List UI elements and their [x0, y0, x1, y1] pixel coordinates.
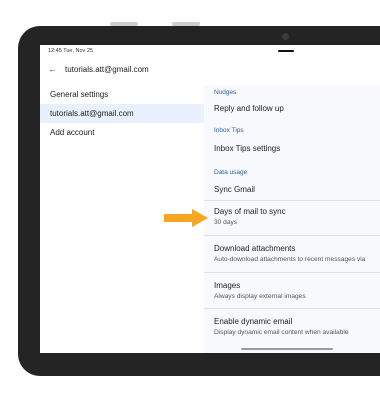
setting-title: Images [214, 281, 241, 290]
setting-sync-gmail[interactable]: Sync Gmail [204, 180, 380, 200]
section-header-nudges: Nudges [214, 89, 237, 96]
nav-item-general-settings[interactable]: General settings [40, 85, 204, 104]
setting-download-attachments[interactable]: Download attachments Auto-download attac… [204, 236, 380, 272]
app-bar-title: tutorials.att@gmail.com [65, 64, 149, 74]
nav-item-add-account[interactable]: Add account [40, 123, 204, 142]
setting-subtitle: Display dynamic email content when avail… [214, 329, 349, 336]
status-bar-time: 12:45 Tue, Nov 25 [48, 48, 93, 54]
nav-item-account[interactable]: tutorials.att@gmail.com [40, 104, 204, 123]
setting-subtitle: Auto-download attachments to recent mess… [214, 256, 366, 263]
app-bar: ← tutorials.att@gmail.com [48, 64, 149, 74]
status-bar-notch [278, 50, 294, 52]
setting-title: Reply and follow up [214, 104, 284, 113]
power-button [172, 22, 200, 26]
left-nav: General settings tutorials.att@gmail.com… [40, 85, 204, 142]
setting-days-of-mail[interactable]: Days of mail to sync 30 days [204, 201, 380, 235]
callout-arrow-icon [164, 209, 208, 227]
screen: 12:45 Tue, Nov 25 ← tutorials.att@gmail.… [40, 45, 380, 353]
setting-title: Days of mail to sync [214, 207, 286, 216]
setting-reply-follow-up[interactable]: Reply and follow up [204, 100, 380, 124]
setting-title: Sync Gmail [214, 185, 255, 194]
gesture-home-bar[interactable] [241, 348, 333, 350]
setting-title: Inbox Tips settings [214, 144, 281, 153]
setting-subtitle: 30 days [214, 219, 238, 226]
section-header-data-usage: Data usage [214, 169, 248, 176]
settings-panel: Nudges Reply and follow up Inbox Tips In… [204, 85, 380, 353]
setting-title: Download attachments [214, 244, 296, 253]
camera-icon [282, 33, 289, 40]
back-arrow-icon[interactable]: ← [48, 64, 57, 74]
setting-subtitle: Always display external images [214, 293, 306, 300]
section-header-inbox-tips: Inbox Tips [214, 127, 244, 134]
setting-dynamic-email[interactable]: Enable dynamic email Display dynamic ema… [204, 309, 380, 343]
setting-title: Enable dynamic email [214, 317, 293, 326]
setting-images[interactable]: Images Always display external images [204, 273, 380, 308]
volume-button [110, 22, 138, 26]
setting-inbox-tips[interactable]: Inbox Tips settings [204, 138, 380, 166]
